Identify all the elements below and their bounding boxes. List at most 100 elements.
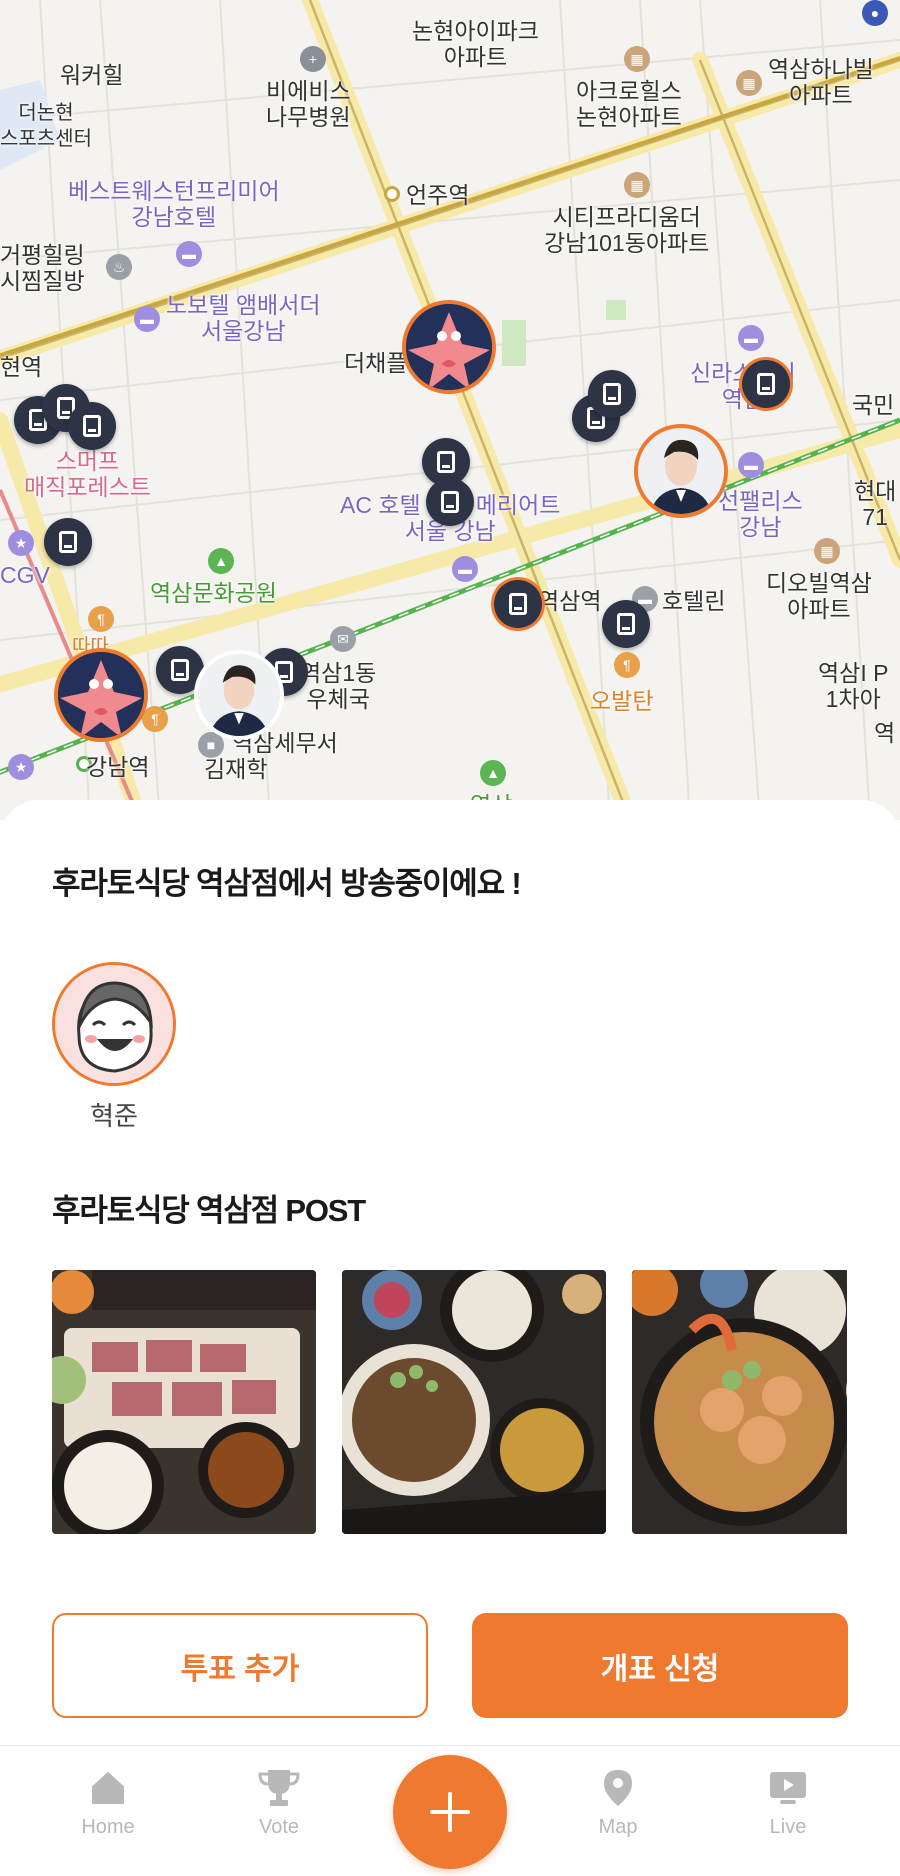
book-icon bbox=[617, 613, 635, 635]
hospital-icon: + bbox=[300, 46, 326, 72]
home-icon bbox=[92, 1772, 124, 1804]
tab-vote[interactable]: Vote bbox=[219, 1766, 339, 1839]
map-pin-icon bbox=[604, 1770, 632, 1806]
host-profile[interactable]: 혁준 bbox=[52, 962, 176, 1133]
map-label: 오발탄 bbox=[590, 688, 654, 714]
food-photo-image bbox=[632, 1270, 847, 1534]
map-pin-book[interactable] bbox=[602, 600, 650, 648]
map-pin-book[interactable] bbox=[588, 370, 636, 418]
map-label: 아크로힐스 논현아파트 bbox=[576, 78, 682, 130]
food-photo-image bbox=[52, 1270, 316, 1534]
host-name: 혁준 bbox=[90, 1101, 138, 1131]
tab-home-label: Home bbox=[81, 1816, 135, 1838]
map-pin-book[interactable] bbox=[426, 478, 474, 526]
map-label: 현역 bbox=[0, 354, 43, 380]
tab-vote-label: Vote bbox=[258, 1816, 300, 1838]
restaurant-icon: ¶ bbox=[142, 706, 168, 732]
map-label: 더채플 bbox=[344, 350, 408, 376]
map-label: 역삼I P 1차아 bbox=[818, 660, 889, 712]
map-label: 노보텔 앰배서더 서울강남 bbox=[166, 292, 321, 344]
apartment-icon: ▦ bbox=[736, 70, 762, 96]
map-label: 역삼1동 우체국 bbox=[300, 660, 377, 712]
post-office-icon: ✉ bbox=[330, 626, 356, 652]
book-icon bbox=[437, 451, 455, 473]
hotel-icon: ▬ bbox=[738, 452, 764, 478]
post-photo[interactable] bbox=[632, 1270, 847, 1534]
hotel-icon: ▬ bbox=[452, 556, 478, 582]
map-pin-book[interactable] bbox=[68, 402, 116, 450]
map-label: 역삼문화공원 bbox=[150, 580, 277, 606]
map-pin-avatar-man[interactable] bbox=[634, 424, 728, 518]
hotel-icon: ▬ bbox=[176, 241, 202, 267]
station-icon bbox=[384, 186, 400, 202]
map-label: 시티프라디움더 강남101동아파트 bbox=[544, 204, 710, 256]
book-icon bbox=[171, 659, 189, 681]
apartment-icon: ▦ bbox=[624, 46, 650, 72]
tab-map[interactable]: Map bbox=[558, 1766, 678, 1839]
book-icon bbox=[59, 531, 77, 553]
starfish-avatar-image bbox=[58, 652, 144, 738]
host-avatar[interactable] bbox=[52, 962, 176, 1086]
map-pin-book[interactable] bbox=[494, 580, 542, 628]
book-icon bbox=[441, 491, 459, 513]
map-pin-avatar-man[interactable] bbox=[194, 650, 284, 740]
hotel-icon: ▬ bbox=[738, 325, 764, 351]
map-label: 더논현 스포츠센터 bbox=[0, 102, 92, 150]
post-photo-carousel[interactable] bbox=[52, 1270, 847, 1535]
apartment-icon: ▦ bbox=[624, 172, 650, 198]
map-label: 김재학 bbox=[204, 756, 268, 782]
tab-map-label: Map bbox=[598, 1816, 638, 1838]
live-play-icon bbox=[770, 1772, 806, 1804]
map-label: 역삼역 bbox=[538, 588, 602, 614]
add-vote-button[interactable]: 투표 추가 bbox=[52, 1613, 428, 1718]
map-label: 디오빌역삼 아파트 bbox=[766, 570, 872, 622]
map-label: 워커힐 bbox=[60, 62, 124, 88]
map-label: 거평힐링 시찜질방 bbox=[0, 242, 85, 294]
map-label: 현대 71 bbox=[854, 478, 897, 530]
food-photo-image bbox=[342, 1270, 606, 1534]
map-label: 베스트웨스턴프리미어 강남호텔 bbox=[68, 178, 280, 230]
map-label: 선팰리스 강남 bbox=[718, 488, 803, 540]
create-post-button[interactable] bbox=[393, 1755, 507, 1869]
tab-live[interactable]: Live bbox=[728, 1766, 848, 1839]
map-pin-avatar-starfish[interactable] bbox=[402, 300, 496, 394]
cinema-icon: ★ bbox=[8, 530, 34, 556]
map-label: 비에비스 나무병원 bbox=[266, 78, 351, 130]
map-label: 스머프 매직포레스트 bbox=[24, 448, 151, 500]
apartment-icon: ▦ bbox=[814, 538, 840, 564]
hotel-icon: ▬ bbox=[134, 306, 160, 332]
book-icon bbox=[603, 383, 621, 405]
map-view[interactable]: + ▦ ▦ ▦ ▦ ▬ ▬ ▬ ▬ ▬ ♨ ★ ★ ▲ ▲ ¶ ¶ ¶ ✉ ▬ … bbox=[0, 0, 900, 820]
map-pin-book[interactable] bbox=[742, 360, 790, 408]
post-photo[interactable] bbox=[52, 1270, 316, 1534]
restaurant-icon: ¶ bbox=[88, 606, 114, 632]
tab-home[interactable]: Home bbox=[48, 1766, 168, 1839]
plus-icon bbox=[430, 1792, 470, 1832]
starfish-avatar-image bbox=[406, 304, 492, 390]
map-label: 강남역 bbox=[86, 754, 150, 780]
spa-icon: ♨ bbox=[106, 254, 132, 280]
man-avatar-image bbox=[198, 654, 280, 736]
restaurant-icon: ¶ bbox=[614, 652, 640, 678]
map-label: 호텔린 bbox=[662, 588, 726, 614]
map-pin-book[interactable] bbox=[44, 518, 92, 566]
trophy-icon bbox=[258, 1770, 300, 1806]
tab-live-label: Live bbox=[769, 1816, 807, 1838]
park-icon: ▲ bbox=[208, 548, 234, 574]
map-label: CGV bbox=[0, 562, 50, 588]
map-label: 논현아이파크 아파트 bbox=[412, 18, 539, 70]
post-photo[interactable] bbox=[342, 1270, 606, 1534]
man-avatar-image bbox=[638, 428, 724, 514]
map-label: 국민 bbox=[852, 392, 895, 418]
map-label: 역삼하나빌 아파트 bbox=[768, 56, 874, 108]
map-label: 언주역 bbox=[406, 182, 470, 208]
cinema-icon: ★ bbox=[8, 754, 34, 780]
park-icon: ▲ bbox=[480, 760, 506, 786]
book-icon bbox=[83, 415, 101, 437]
post-section-title: 후라토식당 역삼점 POST bbox=[52, 1193, 366, 1228]
book-icon bbox=[757, 373, 775, 395]
location-marker-icon: ● bbox=[862, 0, 888, 26]
map-pin-avatar-starfish[interactable] bbox=[54, 648, 148, 742]
request-count-button[interactable]: 개표 신청 bbox=[472, 1613, 848, 1718]
laughing-face-avatar-image bbox=[55, 965, 173, 1083]
